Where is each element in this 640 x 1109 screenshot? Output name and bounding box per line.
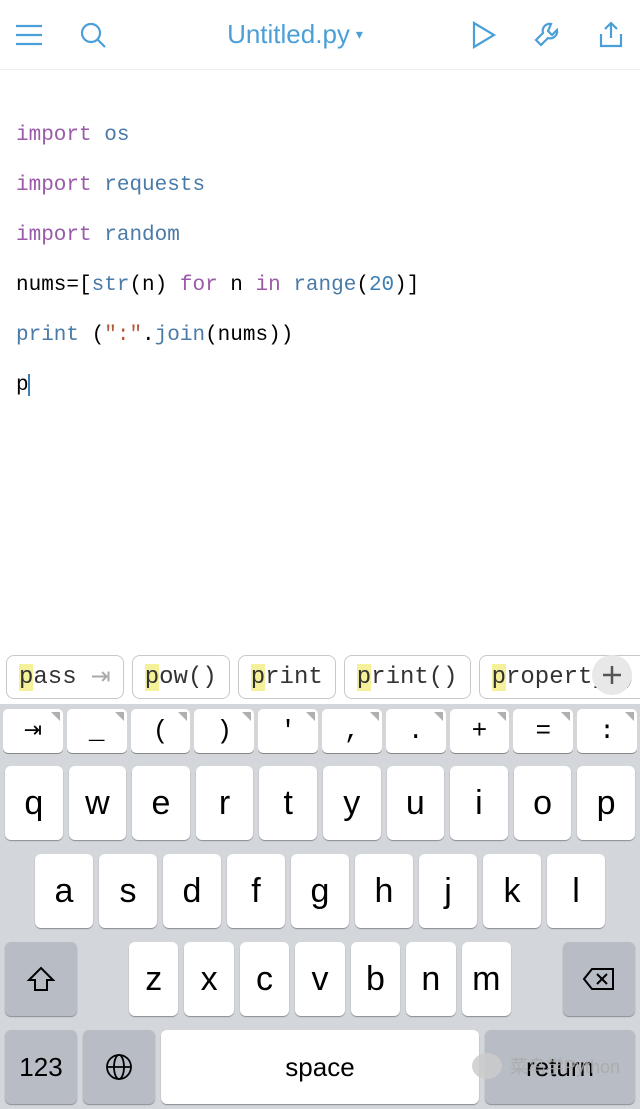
search-icon[interactable] bbox=[76, 18, 110, 52]
sym-comma[interactable]: , bbox=[322, 709, 382, 753]
key-n[interactable]: n bbox=[406, 942, 455, 1016]
code-editor[interactable]: import os import requests import random … bbox=[0, 70, 640, 423]
backspace-key[interactable] bbox=[563, 942, 635, 1016]
key-s[interactable]: s bbox=[99, 854, 157, 928]
keyboard-row-1: q w e r t y u i o p bbox=[3, 766, 637, 840]
code-line: nums=[str(n) for n in range(20)] bbox=[16, 273, 640, 298]
sym-rparen[interactable]: ) bbox=[194, 709, 254, 753]
key-f[interactable]: f bbox=[227, 854, 285, 928]
key-o[interactable]: o bbox=[514, 766, 572, 840]
suggestion-pass[interactable]: pass⇥ bbox=[6, 655, 124, 699]
sym-quote[interactable]: ' bbox=[258, 709, 318, 753]
run-icon[interactable] bbox=[466, 18, 500, 52]
key-c[interactable]: c bbox=[240, 942, 289, 1016]
code-line: import os bbox=[16, 123, 640, 148]
code-line: print (":".join(nums)) bbox=[16, 323, 640, 348]
add-suggestion-icon[interactable] bbox=[592, 655, 632, 695]
sym-equals[interactable]: = bbox=[513, 709, 573, 753]
file-title: Untitled.py bbox=[227, 19, 350, 50]
key-z[interactable]: z bbox=[129, 942, 178, 1016]
numeric-key[interactable]: 123 bbox=[5, 1030, 77, 1104]
title-area[interactable]: Untitled.py ▾ bbox=[162, 19, 428, 50]
key-p[interactable]: p bbox=[577, 766, 635, 840]
key-a[interactable]: a bbox=[35, 854, 93, 928]
keyboard-row-2: a s d f g h j k l bbox=[3, 854, 637, 928]
watermark-text: 菜鸟学Python bbox=[510, 1053, 620, 1079]
keyboard-row-3: z x c v b n m bbox=[3, 942, 637, 1016]
key-l[interactable]: l bbox=[547, 854, 605, 928]
key-q[interactable]: q bbox=[5, 766, 63, 840]
key-h[interactable]: h bbox=[355, 854, 413, 928]
code-line: import requests bbox=[16, 173, 640, 198]
key-j[interactable]: j bbox=[419, 854, 477, 928]
key-u[interactable]: u bbox=[387, 766, 445, 840]
wrench-icon[interactable] bbox=[530, 18, 564, 52]
suggestion-pow[interactable]: pow() bbox=[132, 655, 230, 699]
shift-key[interactable] bbox=[5, 942, 77, 1016]
key-t[interactable]: t bbox=[259, 766, 317, 840]
sym-lparen[interactable]: ( bbox=[131, 709, 191, 753]
key-v[interactable]: v bbox=[295, 942, 344, 1016]
key-k[interactable]: k bbox=[483, 854, 541, 928]
globe-key[interactable] bbox=[83, 1030, 155, 1104]
sym-colon[interactable]: : bbox=[577, 709, 637, 753]
key-r[interactable]: r bbox=[196, 766, 254, 840]
sym-dot[interactable]: . bbox=[386, 709, 446, 753]
key-d[interactable]: d bbox=[163, 854, 221, 928]
dropdown-caret-icon: ▾ bbox=[356, 26, 363, 43]
key-y[interactable]: y bbox=[323, 766, 381, 840]
code-line: import random bbox=[16, 223, 640, 248]
watermark: 菜鸟学Python bbox=[472, 1053, 620, 1079]
suggestion-print-call[interactable]: print() bbox=[344, 655, 471, 699]
toolbar-right bbox=[428, 18, 628, 52]
suggestion-print[interactable]: print bbox=[238, 655, 336, 699]
sym-underscore[interactable]: _ bbox=[67, 709, 127, 753]
key-e[interactable]: e bbox=[132, 766, 190, 840]
sym-plus[interactable]: + bbox=[450, 709, 510, 753]
autocomplete-bar: pass⇥ pow() print print() property() op bbox=[0, 653, 640, 701]
key-g[interactable]: g bbox=[291, 854, 349, 928]
toolbar: Untitled.py ▾ bbox=[0, 0, 640, 70]
wechat-icon bbox=[472, 1053, 502, 1079]
export-icon[interactable] bbox=[594, 18, 628, 52]
menu-icon[interactable] bbox=[12, 18, 46, 52]
symbol-row: ⇥ _ ( ) ' , . + = : bbox=[0, 704, 640, 758]
sym-tab[interactable]: ⇥ bbox=[3, 709, 63, 753]
space-key[interactable]: space bbox=[161, 1030, 479, 1104]
key-x[interactable]: x bbox=[184, 942, 233, 1016]
key-b[interactable]: b bbox=[351, 942, 400, 1016]
code-line-current: p bbox=[16, 373, 640, 398]
key-w[interactable]: w bbox=[69, 766, 127, 840]
key-i[interactable]: i bbox=[450, 766, 508, 840]
key-m[interactable]: m bbox=[462, 942, 511, 1016]
tab-glyph-icon: ⇥ bbox=[91, 662, 111, 692]
toolbar-left bbox=[12, 18, 162, 52]
